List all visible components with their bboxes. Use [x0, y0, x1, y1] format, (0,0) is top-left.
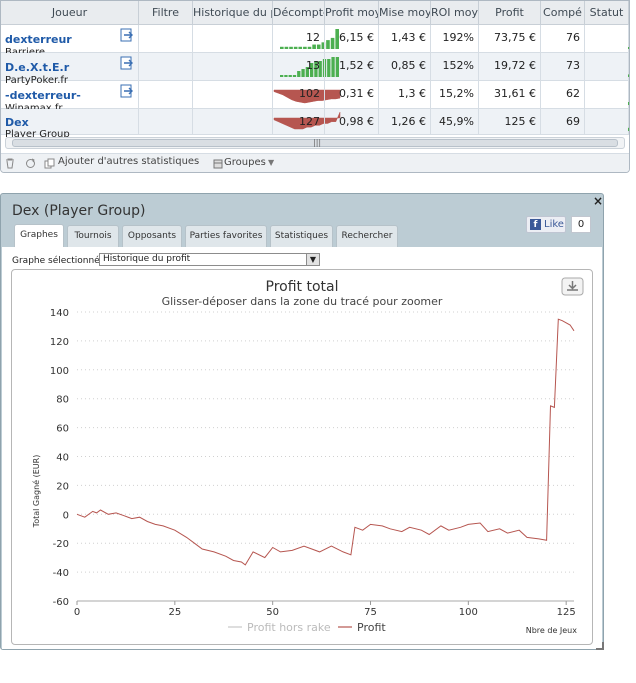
status-bars [628, 127, 629, 131]
col-header-profit[interactable]: Profit [479, 1, 541, 25]
profit-chart-svg[interactable]: Profit total Glisser-déposer dans la zon… [12, 270, 592, 644]
dialog-title: Dex (Player Group) [12, 203, 146, 219]
x-axis-label: Nbre de Jeux [526, 626, 578, 635]
open-profile-icon[interactable] [120, 28, 134, 42]
status-bar [628, 47, 629, 49]
y-tick-label: -40 [53, 568, 69, 579]
y-axis-label: Total Gagné (EUR) [31, 455, 41, 529]
player-dialog: Dex (Player Group) × f Like 0 Graphes To… [0, 193, 604, 650]
status-bar [628, 127, 629, 131]
trash-icon[interactable] [5, 158, 15, 169]
add-stats-button[interactable]: Ajouter d'autres statistiques [58, 156, 199, 167]
y-tick-label: 120 [50, 337, 69, 348]
chart-axes: -60 -40 -20 0 20 40 60 80 100 120 140 0 25 50 75 100 125 [50, 308, 576, 618]
y-tick-label: 20 [56, 481, 69, 492]
y-tick-label: 60 [56, 424, 69, 435]
y-tick-label: 80 [56, 395, 69, 406]
horizontal-scrollbar[interactable]: ||| [5, 137, 625, 149]
x-tick-label: 0 [74, 607, 80, 618]
col-header-statut[interactable]: Statut [585, 1, 629, 25]
graph-panel: Graphe sélectionné : Historique du profi… [2, 247, 602, 649]
legend-item[interactable]: Profit [357, 621, 386, 634]
y-tick-label: 100 [50, 366, 69, 377]
status-bar [628, 102, 629, 105]
tab-graphes[interactable]: Graphes [14, 224, 64, 248]
legend-item[interactable]: Profit hors rake [247, 621, 331, 634]
chart-title: Profit total [266, 279, 339, 295]
y-tick-label: 40 [56, 453, 69, 464]
x-tick-label: 50 [266, 607, 279, 618]
x-tick-label: 75 [364, 607, 377, 618]
x-tick-label: 25 [168, 607, 181, 618]
export-button[interactable] [561, 277, 584, 296]
y-tick-label: -60 [53, 597, 69, 608]
x-tick-label: 100 [459, 607, 478, 618]
close-icon[interactable]: × [593, 194, 603, 208]
refresh-icon[interactable] [25, 158, 36, 169]
open-profile-icon[interactable] [120, 56, 134, 70]
col-header-filtre[interactable]: Filtre [139, 1, 193, 25]
table-row[interactable]: D.e.X.t.E.r PartyPoker.fr 13 1,52 € 0,85… [1, 53, 629, 86]
col-header-historique[interactable]: Historique du p [193, 1, 273, 25]
open-profile-icon[interactable] [120, 84, 134, 98]
table-toolbar: Ajouter d'autres statistiques Groupes ▼ [1, 153, 629, 172]
tab-statistiques[interactable]: Statistiques [270, 225, 333, 247]
profit-chart[interactable]: Profit total Glisser-déposer dans la zon… [11, 269, 593, 645]
groups-dropdown[interactable]: Groupes [224, 157, 266, 168]
facebook-like-button[interactable]: f Like [526, 216, 566, 233]
status-bar [628, 74, 629, 77]
table-row[interactable]: dexterreur Barriere 12 6,15 € 1,43 € 192… [1, 25, 629, 58]
col-header-decompte[interactable]: Décompte [273, 1, 325, 25]
col-header-mise-moy[interactable]: Mise moye [379, 1, 431, 25]
tab-rechercher[interactable]: Rechercher [336, 225, 398, 247]
copy-icon[interactable] [44, 158, 55, 169]
chevron-down-icon: ▼ [268, 158, 275, 167]
y-tick-label: 0 [63, 510, 69, 521]
facebook-icon: f [530, 219, 541, 230]
scrollbar-thumb[interactable]: ||| [12, 138, 618, 147]
y-tick-label: -20 [53, 539, 69, 550]
grip-icon: ||| [313, 138, 322, 147]
chart-series [76, 318, 575, 566]
like-count: 0 [571, 216, 591, 233]
profit-line [76, 318, 575, 566]
tab-parties-favorites[interactable]: Parties favorites [185, 225, 267, 247]
resize-handle[interactable] [596, 642, 604, 650]
status-bars [628, 102, 629, 105]
player-stats-table: Joueur Filtre Historique du p Décompte P… [0, 0, 630, 173]
tab-opposants[interactable]: Opposants [122, 225, 182, 247]
col-header-roi-moy[interactable]: ROI moy [431, 1, 479, 25]
chevron-down-icon: ▼ [306, 254, 319, 265]
status-bars [628, 47, 629, 49]
col-header-compet[interactable]: Compé [541, 1, 585, 25]
col-header-profit-moy[interactable]: Profit moy [325, 1, 379, 25]
y-tick-label: 140 [50, 308, 69, 319]
table-row[interactable]: -dexterreur- Winamax.fr 102 0,31 € 1,3 €… [1, 81, 629, 114]
graph-select[interactable]: Historique du profit ▼ [99, 253, 320, 266]
chart-grid [77, 311, 574, 602]
x-tick-label: 125 [557, 607, 576, 618]
chart-subtitle: Glisser-déposer dans la zone du tracé po… [162, 295, 443, 308]
tab-tournois[interactable]: Tournois [67, 225, 119, 247]
graph-select-label: Graphe sélectionné : [12, 256, 106, 266]
groups-icon [213, 159, 223, 169]
chart-legend[interactable]: Profit hors rake Profit [228, 621, 386, 634]
status-bars [628, 74, 629, 77]
table-row[interactable]: Dex Player Group 127 0,98 € 1,26 € 45,9%… [1, 109, 629, 140]
col-header-joueur[interactable]: Joueur [1, 1, 139, 25]
